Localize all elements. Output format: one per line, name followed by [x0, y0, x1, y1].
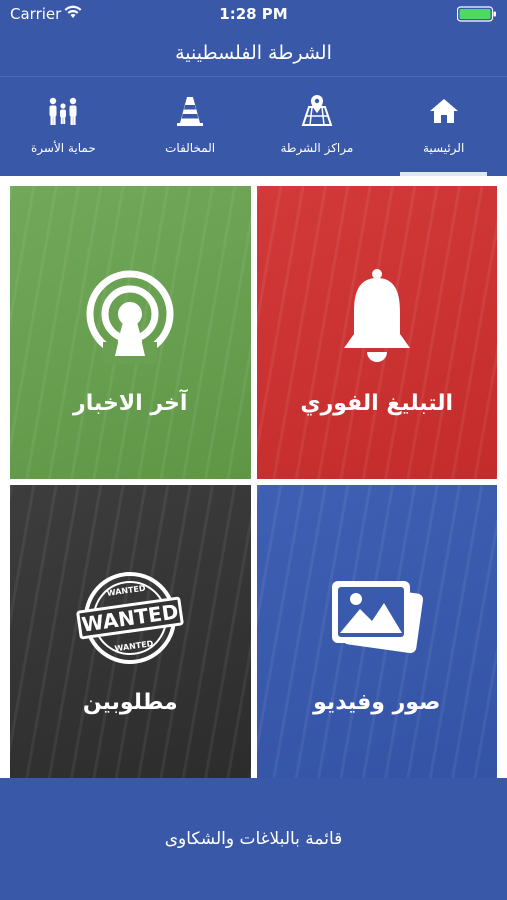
map-pin-icon — [301, 95, 333, 126]
tab-family-protection[interactable]: حماية الأسرة — [0, 77, 127, 176]
gallery-icon — [331, 581, 423, 654]
family-icon — [49, 97, 77, 125]
tab-police-stations[interactable]: مراكز الشرطة — [254, 77, 381, 176]
status-bar: Carrier 1:28 PM — [0, 0, 507, 30]
tab-home[interactable]: الرئيسية — [380, 77, 507, 176]
tab-home-label: الرئيسية — [422, 141, 465, 155]
tile-instant-report-label: التبليغ الفوري — [300, 391, 454, 416]
tab-violations[interactable]: المخالفات — [127, 77, 254, 176]
app-header: الشرطة الفلسطينية — [0, 30, 507, 76]
active-tab-indicator — [400, 172, 487, 176]
page-title: الشرطة الفلسطينية — [175, 42, 332, 64]
tile-wanted-label: مطلوبين — [82, 690, 178, 715]
traffic-cone-icon — [177, 97, 204, 126]
reports-list-button[interactable]: قائمة بالبلاغات والشكاوى — [0, 778, 507, 900]
tile-photos-videos[interactable]: صور وفيديو — [256, 485, 497, 778]
tile-photos-videos-label: صور وفيديو — [313, 690, 441, 715]
tab-bar: الرئيسية مراكز الشرطة المخالفات حماية ال… — [0, 76, 507, 176]
menu-grid: آخر الاخبار التبليغ الفوري WANTED WANTED… — [10, 186, 497, 778]
bell-icon — [343, 269, 410, 362]
wanted-stamp-bottom-text: WANTED — [114, 639, 154, 653]
tile-latest-news-label: آخر الاخبار — [73, 391, 188, 416]
tile-instant-report[interactable]: التبليغ الفوري — [256, 186, 497, 479]
tab-police-stations-label: مراكز الشرطة — [280, 141, 354, 155]
clock: 1:28 PM — [219, 5, 288, 23]
reports-list-label: قائمة بالبلاغات والشكاوى — [164, 829, 343, 849]
broadcast-icon — [86, 270, 174, 364]
tab-violations-label: المخالفات — [165, 141, 216, 155]
wanted-stamp-icon: WANTED WANTED WANTED — [76, 572, 184, 664]
tile-wanted[interactable]: WANTED WANTED WANTED مطلوبين — [10, 485, 251, 778]
home-icon — [429, 99, 458, 123]
battery-icon — [457, 6, 496, 22]
tile-latest-news[interactable]: آخر الاخبار — [10, 186, 251, 479]
tab-family-protection-label: حماية الأسرة — [31, 141, 96, 155]
